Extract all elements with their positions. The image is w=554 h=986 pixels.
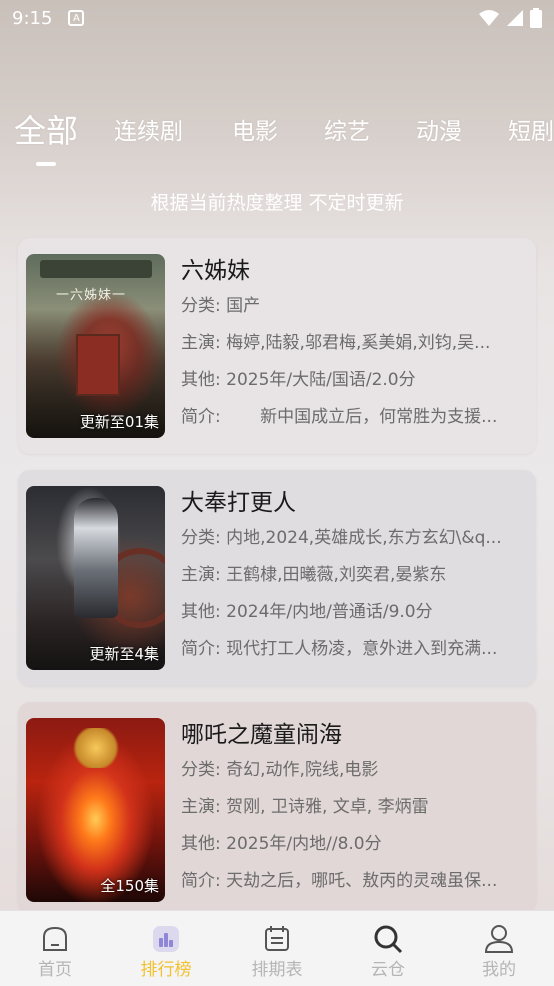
tab-variety[interactable]: 综艺	[324, 112, 370, 146]
category-value: 国产	[226, 296, 261, 316]
item-intro: 简介: 天劫之后，哪吒、敖丙的灵魂虽保...	[181, 863, 526, 900]
tab-ranking-label: 排行榜	[140, 960, 192, 980]
item-other: 其他: 2025年/大陆/国语/2.0分	[181, 362, 526, 399]
poster-roof	[40, 260, 152, 278]
item-other: 其他: 2025年/内地//8.0分	[181, 826, 526, 863]
user-icon	[484, 925, 514, 953]
poster-image[interactable]: 更新至4集	[26, 486, 165, 670]
other-label: 其他:	[181, 370, 221, 390]
other-value: 2025年/内地//8.0分	[226, 834, 382, 854]
tab-series[interactable]: 连续剧	[114, 112, 183, 146]
category-tabs: 全部 连续剧 电影 综艺 动漫 短剧	[0, 112, 554, 172]
poster-figure	[74, 498, 118, 618]
item-other: 其他: 2024年/内地/普通话/9.0分	[181, 594, 526, 631]
other-value: 2025年/大陆/国语/2.0分	[226, 370, 416, 390]
poster-title: 一六姊妹一	[56, 288, 127, 303]
tab-all[interactable]: 全部	[14, 112, 78, 152]
cast-label: 主演:	[181, 333, 221, 353]
ranking-subtitle: 根据当前热度整理 不定时更新	[150, 192, 404, 214]
search-icon	[374, 925, 403, 954]
item-cast: 主演: 王鹤棣,田曦薇,刘奕君,晏紫东	[181, 557, 526, 594]
item-intro: 简介: 新中国成立后，何常胜为支援...	[181, 399, 526, 436]
notification-icon: A	[68, 10, 85, 26]
other-label: 其他:	[181, 834, 221, 854]
other-value: 2024年/内地/普通话/9.0分	[226, 602, 433, 622]
status-bar: 9:15 A	[0, 0, 554, 36]
tab-profile[interactable]: 我的	[444, 911, 554, 986]
episode-badge: 更新至4集	[89, 645, 159, 663]
ranking-icon	[153, 926, 179, 952]
episode-badge: 全150集	[100, 877, 159, 895]
item-title: 大奉打更人	[181, 490, 296, 516]
cast-value: 梅婷,陆毅,邬君梅,奚美娟,刘钧,吴...	[226, 333, 491, 353]
item-info: 哪吒之魔童闹海 分类: 奇幻,动作,院线,电影 主演: 贺刚, 卫诗雅, 文卓,…	[181, 718, 526, 900]
item-title: 哪吒之魔童闹海	[181, 722, 342, 748]
notification-glyph: A	[73, 12, 80, 24]
intro-label: 简介:	[181, 407, 221, 427]
intro-value: 天劫之后，哪吒、敖丙的灵魂虽保...	[226, 871, 498, 891]
item-cast: 主演: 梅婷,陆毅,邬君梅,奚美娟,刘钧,吴...	[181, 325, 526, 362]
episode-badge: 更新至01集	[79, 413, 159, 431]
tab-anime[interactable]: 动漫	[416, 112, 462, 146]
signal-icon	[507, 10, 523, 26]
item-title: 六姊妹	[181, 258, 250, 284]
list-item[interactable]: 全150集 哪吒之魔童闹海 分类: 奇幻,动作,院线,电影 主演: 贺刚, 卫诗…	[18, 702, 536, 912]
tab-home-label: 首页	[38, 960, 72, 980]
tab-ranking[interactable]: 排行榜	[111, 911, 221, 986]
poster-image[interactable]: 全150集	[26, 718, 165, 902]
category-label: 分类:	[181, 528, 221, 548]
cast-value: 贺刚, 卫诗雅, 文卓, 李炳雷	[226, 797, 429, 817]
tab-home[interactable]: 首页	[0, 911, 110, 986]
status-indicators	[478, 8, 542, 28]
tab-cloud-label: 云仓	[371, 960, 405, 980]
item-info: 大奉打更人 分类: 内地,2024,英雄成长,东方玄幻\&q... 主演: 王鹤…	[181, 486, 526, 668]
tab-schedule[interactable]: 排期表	[222, 911, 332, 986]
tab-schedule-label: 排期表	[251, 960, 303, 980]
intro-value: 现代打工人杨凌，意外进入到充满...	[226, 639, 498, 659]
item-info: 六姊妹 分类: 国产 主演: 梅婷,陆毅,邬君梅,奚美娟,刘钧,吴... 其他:…	[181, 254, 526, 436]
poster-image[interactable]: 一六姊妹一 更新至01集	[26, 254, 165, 438]
cast-label: 主演:	[181, 797, 221, 817]
category-value: 内地,2024,英雄成长,东方玄幻\&q...	[226, 528, 502, 548]
tab-cloud[interactable]: 云仓	[333, 911, 443, 986]
list-item[interactable]: 更新至4集 大奉打更人 分类: 内地,2024,英雄成长,东方玄幻\&q... …	[18, 470, 536, 686]
cast-value: 王鹤棣,田曦薇,刘奕君,晏紫东	[226, 565, 447, 585]
intro-label: 简介:	[181, 639, 221, 659]
tab-short-drama[interactable]: 短剧	[508, 112, 554, 146]
tab-profile-label: 我的	[482, 960, 516, 980]
poster-door	[76, 334, 120, 396]
list-item[interactable]: 一六姊妹一 更新至01集 六姊妹 分类: 国产 主演: 梅婷,陆毅,邬君梅,奚美…	[18, 238, 536, 454]
cast-label: 主演:	[181, 565, 221, 585]
intro-value: 新中国成立后，何常胜为支援...	[226, 407, 498, 427]
category-value: 奇幻,动作,院线,电影	[226, 760, 379, 780]
schedule-icon	[265, 926, 289, 951]
item-intro: 简介: 现代打工人杨凌，意外进入到充满...	[181, 631, 526, 668]
tab-movie[interactable]: 电影	[232, 112, 278, 146]
category-label: 分类:	[181, 296, 221, 316]
home-icon	[43, 926, 67, 951]
bottom-tab-bar: 首页 排行榜 排期表 云仓 我的	[0, 910, 554, 986]
battery-icon	[530, 8, 542, 28]
category-label: 分类:	[181, 760, 221, 780]
poster-logo	[70, 728, 122, 768]
tab-indicator	[36, 162, 56, 166]
item-cast: 主演: 贺刚, 卫诗雅, 文卓, 李炳雷	[181, 789, 526, 826]
item-category: 分类: 国产	[181, 288, 526, 325]
wifi-icon	[479, 10, 499, 26]
intro-label: 简介:	[181, 871, 221, 891]
other-label: 其他:	[181, 602, 221, 622]
item-category: 分类: 奇幻,动作,院线,电影	[181, 752, 526, 789]
item-category: 分类: 内地,2024,英雄成长,东方玄幻\&q...	[181, 520, 526, 557]
status-time: 9:15	[12, 7, 53, 29]
